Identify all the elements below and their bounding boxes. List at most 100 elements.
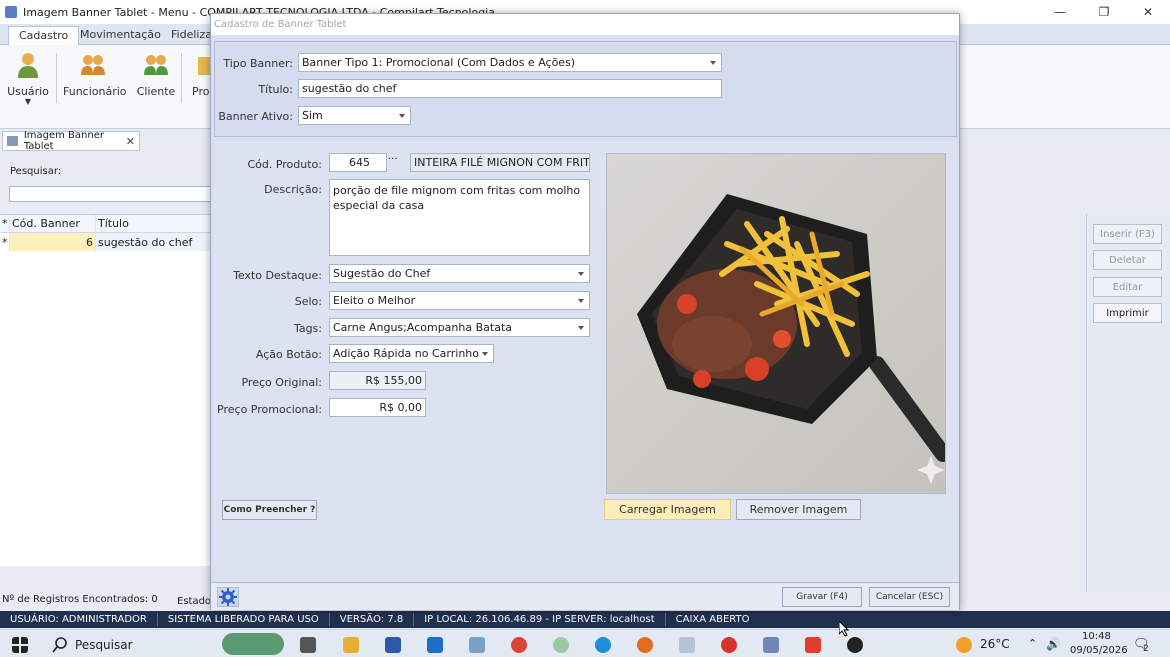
anydesk-icon[interactable] [805, 637, 821, 653]
descricao-label: Descrição: [264, 183, 322, 196]
search-label: Pesquisar: [10, 166, 62, 177]
selo-select[interactable]: Eleito o Melhor [329, 291, 590, 310]
weather-temp[interactable]: 26°C [980, 637, 1010, 651]
hs-app-icon[interactable] [553, 637, 569, 653]
ativo-label: Banner Ativo: [218, 110, 293, 123]
grid-header-title[interactable]: Título [96, 215, 210, 233]
banner-ativo-select[interactable]: Sim [298, 106, 411, 125]
search-icon[interactable] [52, 637, 68, 653]
tab-cadastro[interactable]: Cadastro [8, 26, 80, 45]
cliente-label: Cliente [136, 85, 176, 98]
outlook-icon[interactable] [427, 637, 443, 653]
status-system: SISTEMA LIBERADO PARA USO [158, 613, 330, 626]
minimize-icon[interactable]: — [1038, 0, 1082, 24]
file-explorer-icon[interactable] [343, 637, 359, 653]
close-icon[interactable]: ✕ [1126, 0, 1170, 24]
titulo-input[interactable]: sugestão do chef [298, 79, 722, 98]
preco-promocional-input[interactable]: R$ 0,00 [329, 398, 426, 417]
banner-grid: * Cód. Banner Título * 6 sugestão do che… [0, 214, 210, 566]
tags-label: Tags: [293, 322, 322, 335]
taskbar-search-label[interactable]: Pesquisar [75, 638, 133, 652]
dropdown-arrow-icon: ▼ [24, 97, 32, 106]
edit-button[interactable]: Editar [1093, 277, 1162, 297]
titulo-label: Título: [258, 83, 293, 96]
funcionario-label: Funcionário [63, 85, 127, 98]
print-button[interactable]: Imprimir [1093, 303, 1162, 323]
como-preencher-button[interactable]: Como Preencher ? [222, 500, 317, 520]
rx-app-icon[interactable] [721, 637, 737, 653]
produto-button[interactable]: Pro [176, 51, 210, 98]
close-tab-icon[interactable]: ✕ [126, 135, 135, 148]
mouse-cursor-icon [839, 621, 850, 637]
weather-icon[interactable] [956, 637, 972, 653]
tags-select[interactable]: Carne Angus;Acompanha Batata [329, 318, 590, 337]
texto-destaque-select[interactable]: Sugestão do Chef [329, 264, 590, 283]
records-count: Nº de Registros Encontrados: 0 [2, 594, 158, 605]
status-bar: USUÁRIO: ADMINISTRADOR SISTEMA LIBERADO … [0, 611, 1170, 628]
news-widget-icon[interactable] [222, 633, 284, 655]
state-label: Estado: [177, 596, 215, 607]
tipo-banner-select[interactable]: Banner Tipo 1: Promocional (Com Dados e … [298, 53, 722, 72]
banner-header-section: Tipo Banner: Banner Tipo 1: Promocional … [214, 41, 957, 137]
selo-label: Selo: [294, 295, 322, 308]
windows-start-icon[interactable] [12, 637, 28, 653]
status-cash: CAIXA ABERTO [675, 614, 750, 625]
table-row[interactable]: * 6 sugestão do chef [0, 233, 210, 251]
clock-date[interactable]: 09/05/2026 [1070, 645, 1128, 656]
grid-header-marker: * [0, 214, 10, 233]
volume-icon[interactable]: 🔊 [1046, 637, 1061, 651]
tray-chevron-icon[interactable]: ⌃ [1028, 637, 1037, 650]
app-icon[interactable] [469, 637, 485, 653]
cod-produto-input[interactable]: 645 [329, 153, 387, 172]
insert-button[interactable]: Inserir (F3) [1093, 224, 1162, 244]
chrome-icon[interactable] [511, 637, 527, 653]
right-panel [1086, 214, 1170, 592]
app-icon [5, 6, 17, 18]
grid-header-code[interactable]: Cód. Banner [10, 214, 96, 233]
funcionario-button[interactable]: Funcionário [63, 51, 127, 98]
acao-botao-select[interactable]: Adição Rápida no Carrinho [329, 344, 494, 363]
gravar-button[interactable]: Gravar (F4) [782, 587, 862, 607]
store-icon[interactable] [385, 637, 401, 653]
clients-icon [144, 55, 168, 75]
clock-time[interactable]: 10:48 [1082, 631, 1111, 642]
chart-icon [7, 136, 18, 146]
product-icon [198, 57, 210, 75]
dialog-footer: Gravar (F4) Cancelar (ESC) [211, 582, 959, 610]
ribbon-separator [56, 53, 57, 103]
cancelar-button[interactable]: Cancelar (ESC) [869, 587, 950, 607]
produto-label: Pro [192, 85, 210, 98]
document-tab[interactable]: Imagem Banner Tablet ✕ [2, 130, 140, 152]
status-version: VERSÃO: 7.8 [330, 613, 415, 626]
row-title[interactable]: sugestão do chef [96, 233, 210, 251]
search-input[interactable] [9, 186, 214, 202]
descricao-textarea[interactable]: porção de file mignom com fritas com mol… [329, 179, 590, 256]
banner-image [606, 153, 946, 494]
compilart-icon[interactable] [763, 637, 779, 653]
usuario-button[interactable]: Usuário ▼ [0, 51, 58, 106]
preco-original-input: R$ 155,00 [329, 371, 426, 390]
app-icon[interactable] [679, 637, 695, 653]
edge-icon[interactable] [595, 637, 611, 653]
tab-movimentacao[interactable]: Movimentação [70, 26, 171, 45]
document-tab-label: Imagem Banner Tablet [23, 130, 104, 152]
product-lookup-button[interactable]: ··· [388, 154, 398, 165]
row-code[interactable]: 6 [10, 233, 96, 251]
dialog-title: Cadastro de Banner Tablet [211, 14, 959, 35]
firefox-icon[interactable] [637, 637, 653, 653]
delete-button[interactable]: Deletar [1093, 250, 1162, 270]
food-photo-illustration [607, 154, 945, 493]
task-view-icon[interactable] [300, 637, 316, 653]
grid-header: * Cód. Banner Título [0, 214, 210, 233]
texto-destaque-label: Texto Destaque: [233, 269, 322, 282]
preco-promocional-label: Preço Promocional: [217, 403, 322, 416]
carregar-imagem-button[interactable]: Carregar Imagem [604, 499, 731, 520]
restore-icon[interactable]: ❐ [1082, 0, 1126, 24]
employees-icon [81, 55, 105, 75]
banner-dialog: Cadastro de Banner Tablet Tipo Banner: B… [210, 13, 960, 610]
acao-botao-label: Ação Botão: [255, 348, 322, 361]
settings-gear-icon[interactable] [217, 587, 239, 607]
produto-nome-display: INTEIRA FILÉ MIGNON COM FRITAS [410, 153, 590, 172]
remover-imagem-button[interactable]: Remover Imagem [736, 499, 861, 520]
app-icon[interactable] [847, 637, 863, 653]
